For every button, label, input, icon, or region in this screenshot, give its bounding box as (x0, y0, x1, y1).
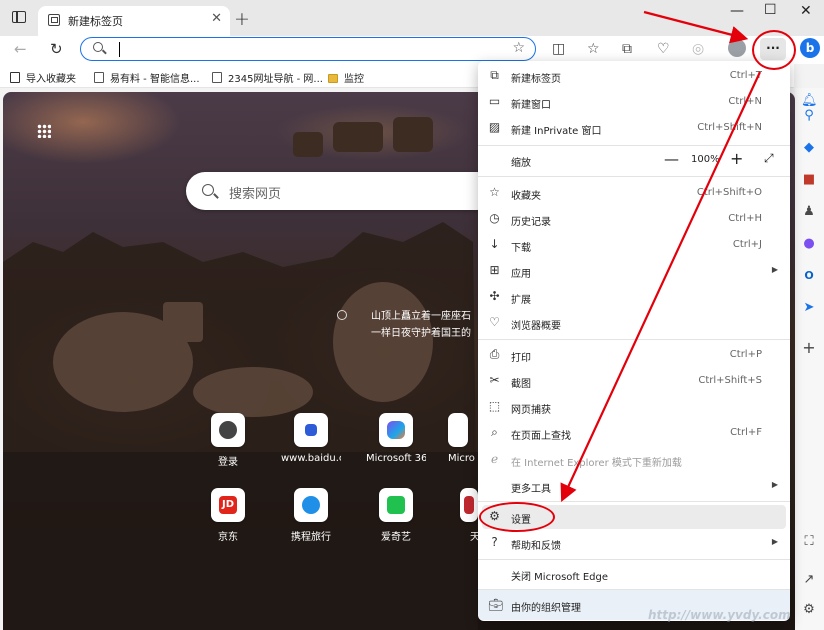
annotation-circle (752, 30, 796, 70)
annotation-arrow (560, 71, 761, 502)
annotation-circle (479, 502, 555, 532)
watermark: http://www.yvdy.com (648, 608, 791, 622)
annotation-arrow (643, 10, 749, 44)
annotation-overlay (560, 10, 761, 502)
